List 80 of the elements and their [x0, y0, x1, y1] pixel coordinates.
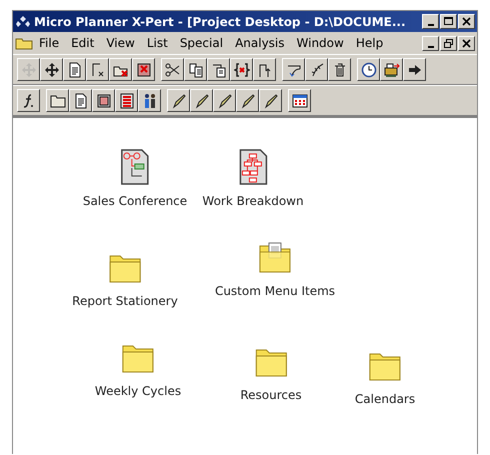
pen-icon — [194, 92, 210, 108]
paste-icon — [210, 62, 226, 78]
pen-icon — [216, 92, 232, 108]
item-label[interactable]: Calendars — [354, 390, 416, 408]
item-label[interactable]: Work Breakdown — [202, 192, 304, 210]
corner-cross-icon — [90, 62, 106, 78]
menu-item[interactable]: Edit — [65, 34, 100, 52]
minimize-button[interactable] — [422, 36, 439, 50]
toolbar-button[interactable] — [17, 89, 40, 112]
toolbar-button[interactable] — [167, 89, 190, 112]
toolbar-button[interactable] — [213, 89, 236, 112]
toolbar-button[interactable] — [86, 58, 109, 81]
minimize-icon — [428, 24, 434, 26]
toolbar-button[interactable] — [115, 89, 138, 112]
pen-icon — [240, 92, 256, 108]
toolbar-button[interactable] — [63, 58, 86, 81]
clock-icon — [360, 62, 376, 78]
toolbar-button[interactable] — [236, 89, 259, 112]
copy-icon — [188, 62, 204, 78]
toolbar-button[interactable] — [40, 58, 63, 81]
calendar-icon — [292, 92, 308, 108]
toolbar-button[interactable] — [92, 89, 115, 112]
pen-icon — [262, 92, 278, 108]
toolbar-button[interactable] — [207, 58, 230, 81]
list-icon — [118, 92, 134, 108]
item-label[interactable]: Sales Conference — [82, 192, 188, 210]
close-button[interactable] — [458, 14, 475, 29]
item-label[interactable]: Resources — [240, 386, 302, 404]
toolbar-button[interactable] — [69, 89, 92, 112]
close-icon — [461, 38, 472, 48]
move-icon — [20, 62, 36, 78]
menu-item[interactable]: Help — [350, 34, 390, 52]
toolbar-button[interactable] — [184, 58, 207, 81]
toolbar-button[interactable] — [282, 58, 305, 81]
toolbar-button[interactable] — [403, 58, 426, 81]
toolbar-button[interactable] — [259, 89, 282, 112]
document-icon — [72, 92, 88, 108]
window-title: Micro Planner X-Pert - [Project Desktop - D:\DOCUME... — [34, 14, 407, 30]
printer-icon — [384, 62, 400, 78]
menu-item[interactable]: View — [100, 34, 141, 52]
maximize-button[interactable] — [440, 14, 457, 29]
close-button[interactable] — [458, 36, 475, 50]
move-icon — [44, 62, 60, 78]
menu-item[interactable]: Window — [290, 34, 350, 52]
close-icon — [461, 16, 472, 27]
menu-item[interactable]: Analysis — [229, 34, 291, 52]
app-icon — [15, 14, 31, 28]
item-label[interactable]: Weekly Cycles — [94, 382, 182, 400]
minimize-icon — [428, 46, 434, 48]
pen-icon — [170, 92, 186, 108]
document-icon — [66, 62, 82, 78]
maximize-icon — [443, 16, 454, 27]
toolbar-button[interactable] — [132, 58, 155, 81]
toolbar-button[interactable] — [161, 58, 184, 81]
item-label[interactable]: Custom Menu Items — [214, 282, 336, 300]
frame-icon — [96, 92, 112, 108]
minimize-button[interactable] — [422, 14, 439, 29]
toolbar-button[interactable] — [380, 58, 403, 81]
toolbar-button[interactable] — [253, 58, 276, 81]
toolbar-button[interactable] — [305, 58, 328, 81]
scissors-icon — [164, 62, 180, 78]
restore-button[interactable] — [440, 36, 457, 50]
toolbar-button[interactable] — [190, 89, 213, 112]
disk-cross-icon — [136, 62, 152, 78]
menu-item[interactable]: File — [33, 34, 66, 52]
toolbar-button[interactable] — [230, 58, 253, 81]
toolbar-button[interactable] — [357, 58, 380, 81]
folder-icon — [15, 36, 33, 50]
menu-item[interactable]: List — [140, 34, 174, 52]
toolbar-button[interactable] — [328, 58, 351, 81]
menu-item[interactable]: Special — [174, 34, 230, 52]
toolbar-button[interactable] — [109, 58, 132, 81]
braces-cross-icon — [234, 62, 250, 78]
toolbar-button[interactable] — [138, 89, 161, 112]
folder-icon — [50, 92, 66, 108]
item-label[interactable]: Report Stationery — [72, 292, 178, 310]
toolbar-button[interactable] — [46, 89, 69, 112]
restore-icon — [443, 38, 454, 48]
toolbar-button[interactable] — [288, 89, 311, 112]
corner-arrow-icon — [256, 62, 272, 78]
